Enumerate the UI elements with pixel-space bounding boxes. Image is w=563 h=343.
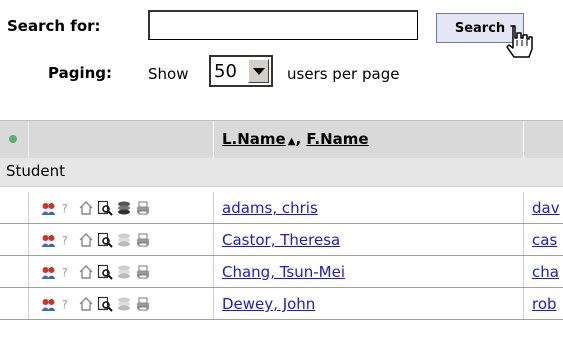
home-icon[interactable]: [78, 296, 94, 312]
user-name-link[interactable]: adams, chris: [222, 199, 318, 217]
name-sort-header: L.Name ▲, F.Name: [222, 130, 369, 148]
user-email-link[interactable]: rob: [532, 295, 562, 313]
user-name-link[interactable]: Chang, Tsun-Mei: [222, 263, 345, 281]
magnifier-doc-icon[interactable]: [97, 264, 113, 280]
search-label: Search for:: [7, 17, 101, 35]
user-email-link[interactable]: dav: [532, 199, 562, 217]
row-action-icons: ?: [40, 231, 151, 249]
group-row-student: Student: [0, 158, 563, 187]
row-action-icons: ?: [40, 263, 151, 281]
svg-text:?: ?: [62, 201, 68, 215]
table-header: L.Name ▲, F.Name: [0, 120, 563, 159]
user-name-link[interactable]: Castor, Theresa: [222, 231, 340, 249]
stack-icon[interactable]: [116, 200, 132, 216]
svg-text:?: ?: [62, 297, 68, 311]
paging-suffix-text: users per page: [287, 65, 400, 83]
svg-text:?: ?: [62, 233, 68, 247]
sort-by-last-name-link[interactable]: L.Name: [222, 130, 286, 148]
users-per-page-select[interactable]: 50: [209, 55, 273, 87]
help-icon[interactable]: ?: [59, 296, 75, 312]
group-users-icon[interactable]: [40, 200, 56, 216]
search-input[interactable]: [148, 10, 418, 40]
paging-label: Paging:: [48, 64, 113, 82]
table-row: ? Chang, Tsun-Mei cha: [0, 256, 563, 288]
group-label: Student: [6, 162, 66, 180]
users-per-page-value: 50: [214, 61, 237, 82]
user-name-link[interactable]: Dewey, John: [222, 295, 315, 313]
user-email-link[interactable]: cas: [532, 231, 562, 249]
stack-icon[interactable]: [116, 264, 132, 280]
hand-cursor-icon: [506, 25, 533, 58]
stack-icon[interactable]: [116, 232, 132, 248]
svg-text:?: ?: [62, 265, 68, 279]
help-icon[interactable]: ?: [59, 232, 75, 248]
table-row: ? Castor, Theresa cas: [0, 224, 563, 256]
group-users-icon[interactable]: [40, 232, 56, 248]
home-icon[interactable]: [78, 232, 94, 248]
user-email-link[interactable]: cha: [532, 263, 562, 281]
magnifier-doc-icon[interactable]: [97, 232, 113, 248]
table-row: ? adams, chris dav: [0, 192, 563, 224]
group-users-icon[interactable]: [40, 264, 56, 280]
paging-show-text: Show: [148, 65, 189, 83]
home-icon[interactable]: [78, 200, 94, 216]
printer-icon[interactable]: [135, 264, 151, 280]
table-row: ? Dewey, John rob: [0, 288, 563, 320]
status-dot-icon: [9, 135, 17, 143]
stack-icon[interactable]: [116, 296, 132, 312]
magnifier-doc-icon[interactable]: [97, 200, 113, 216]
help-icon[interactable]: ?: [59, 264, 75, 280]
row-action-icons: ?: [40, 199, 151, 217]
group-users-icon[interactable]: [40, 296, 56, 312]
magnifier-doc-icon[interactable]: [97, 296, 113, 312]
home-icon[interactable]: [78, 264, 94, 280]
sort-by-first-name-link[interactable]: F.Name: [306, 130, 368, 148]
help-icon[interactable]: ?: [59, 200, 75, 216]
row-action-icons: ?: [40, 295, 151, 313]
printer-icon[interactable]: [135, 296, 151, 312]
printer-icon[interactable]: [135, 200, 151, 216]
chevron-down-icon[interactable]: [248, 59, 269, 83]
printer-icon[interactable]: [135, 232, 151, 248]
